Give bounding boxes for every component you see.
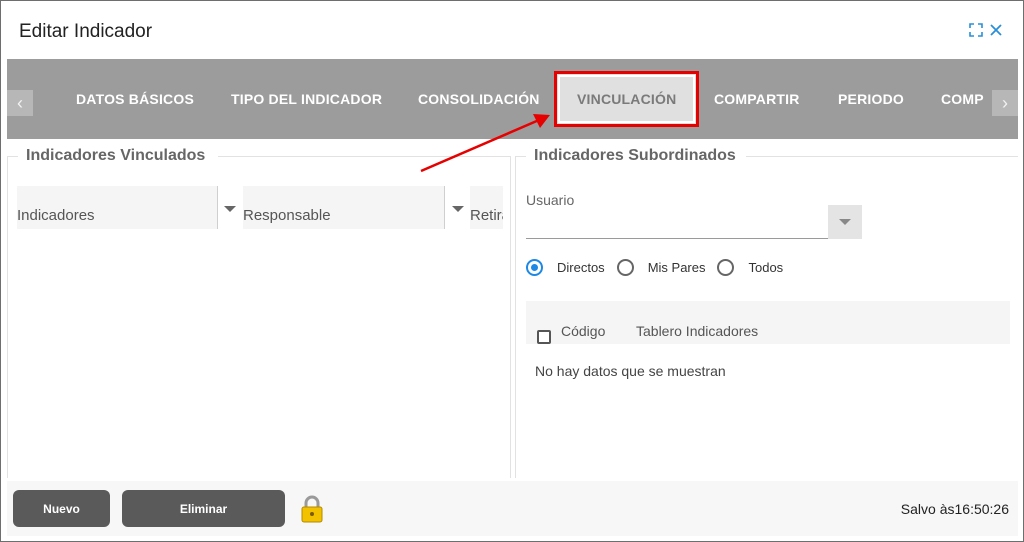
- chevron-left-icon: ‹: [17, 92, 23, 113]
- saved-status-text: Salvo às16:50:26: [900, 501, 1009, 517]
- usuario-select[interactable]: [526, 238, 828, 239]
- subordinate-indicators-panel: Indicadores Subordinados Usuario Directo…: [515, 147, 1018, 478]
- expand-icon[interactable]: [969, 23, 983, 41]
- usuario-dropdown-button[interactable]: [828, 205, 862, 239]
- column-separator: [217, 186, 218, 229]
- linked-indicators-title: Indicadores Vinculados: [18, 147, 214, 165]
- eliminar-button[interactable]: Eliminar: [122, 490, 285, 527]
- tab-compartir[interactable]: COMPARTIR: [714, 59, 800, 139]
- panel-border: [516, 156, 526, 157]
- radio-mis-pares[interactable]: [616, 259, 634, 276]
- tab-comp[interactable]: COMP: [941, 59, 984, 139]
- tab-bar: ‹ DATOS BÁSICOS TIPO DEL INDICADOR CONSO…: [7, 59, 1018, 139]
- panel-border: [218, 156, 510, 157]
- usuario-label: Usuario: [526, 192, 575, 208]
- scope-radio-group: Directos Mis Pares Todos: [526, 259, 795, 276]
- tab-scroll-right-button[interactable]: ›: [992, 90, 1018, 116]
- column-header-tablero-indicadores[interactable]: Tablero Indicadores: [636, 323, 758, 339]
- column-header-label: Responsable: [243, 207, 331, 224]
- close-icon[interactable]: [989, 23, 1003, 41]
- tab-consolidacion[interactable]: CONSOLIDACIÓN: [418, 59, 540, 139]
- tab-tipo-del-indicador[interactable]: TIPO DEL INDICADOR: [231, 59, 382, 139]
- radio-label-mis-pares: Mis Pares: [647, 260, 706, 275]
- dialog-title-actions: [969, 23, 1003, 41]
- lock-icon[interactable]: [299, 495, 325, 523]
- column-header-responsable[interactable]: Responsable: [243, 186, 444, 229]
- column-header-label: Indicadores: [17, 207, 95, 224]
- tab-vinculacion[interactable]: VINCULACIÓN: [554, 71, 700, 127]
- panel-border: [8, 156, 18, 157]
- filter-dropdown-icon[interactable]: [224, 206, 236, 212]
- column-header-indicadores[interactable]: Indicadores: [17, 186, 217, 229]
- panel-border: [746, 156, 1018, 157]
- linked-indicators-panel: Indicadores Vinculados Indicadores Respo…: [7, 147, 511, 478]
- column-separator: [444, 186, 445, 229]
- column-header-label: Retira: [470, 207, 503, 224]
- radio-directos[interactable]: [526, 259, 543, 276]
- linked-indicators-grid-header: Indicadores Responsable Retira: [17, 186, 503, 229]
- tab-scroll-left-button[interactable]: ‹: [7, 90, 33, 116]
- select-all-checkbox[interactable]: [537, 330, 551, 344]
- subordinate-indicators-title: Indicadores Subordinados: [526, 147, 744, 165]
- tab-periodo[interactable]: PERIODO: [838, 59, 904, 139]
- radio-label-directos: Directos: [557, 260, 605, 275]
- filter-dropdown-icon[interactable]: [452, 206, 464, 212]
- dialog-footer: Nuevo Eliminar Salvo às16:50:26: [7, 481, 1018, 536]
- chevron-right-icon: ›: [1002, 92, 1008, 113]
- chevron-down-icon: [839, 219, 851, 225]
- dialog-title: Editar Indicador: [19, 21, 153, 42]
- nuevo-button[interactable]: Nuevo: [13, 490, 110, 527]
- radio-label-todos: Todos: [748, 260, 784, 275]
- column-header-codigo[interactable]: Código: [561, 323, 605, 339]
- column-header-retira[interactable]: Retira: [470, 186, 503, 229]
- empty-state-text: No hay datos que se muestran: [535, 363, 726, 379]
- subordinate-grid-header: Código Tablero Indicadores: [526, 301, 1010, 344]
- tab-datos-basicos[interactable]: DATOS BÁSICOS: [76, 59, 194, 139]
- edit-indicator-dialog: Editar Indicador ‹ DATOS BÁSICOS TIPO DE…: [0, 0, 1024, 542]
- radio-todos[interactable]: [717, 259, 735, 276]
